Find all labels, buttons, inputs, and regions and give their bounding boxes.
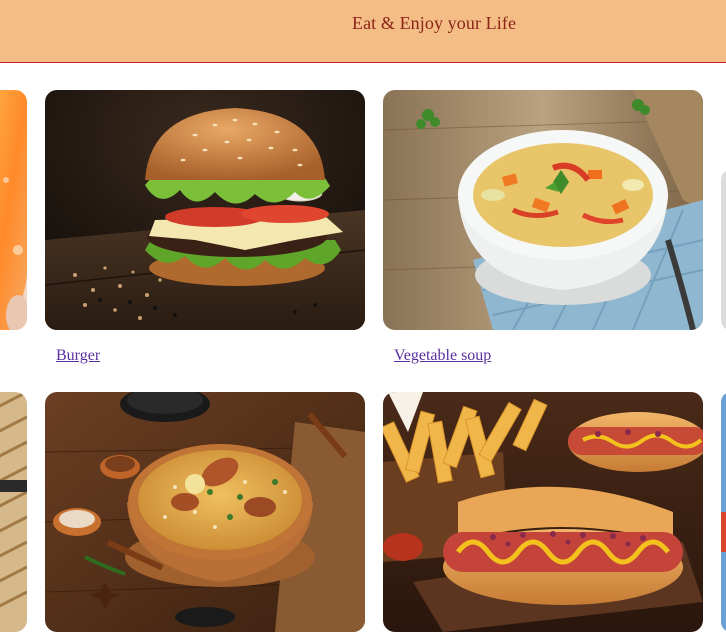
food-card-vegetable-soup[interactable] — [383, 90, 703, 330]
bamboo-skewers-image — [0, 392, 27, 632]
link-burger[interactable]: Burger — [56, 347, 100, 365]
food-card-partial-right-2[interactable] — [721, 392, 726, 632]
vegetable-soup-image — [383, 90, 703, 330]
site-tagline: Eat & Enjoy your Life — [352, 13, 517, 33]
partial-food-image — [721, 392, 726, 632]
link-vegetable-soup[interactable]: Vegetable soup — [394, 347, 491, 365]
food-card-burger[interactable] — [45, 90, 365, 330]
partial-food-image — [721, 170, 726, 330]
page: Eat & Enjoy your Life Burger Vegetable s… — [0, 0, 726, 639]
food-card-orange-dessert[interactable] — [0, 90, 27, 330]
site-header: Eat & Enjoy your Life — [0, 0, 726, 63]
orange-dessert-image — [0, 90, 27, 330]
burger-image — [45, 90, 365, 330]
chicken-biryani-image — [45, 392, 365, 632]
food-card-hot-dog-fries[interactable] — [383, 392, 703, 632]
food-card-bamboo-skewers[interactable] — [0, 392, 27, 632]
food-card-chicken-biryani[interactable] — [45, 392, 365, 632]
hot-dog-fries-image — [383, 392, 703, 632]
food-card-partial-right-1[interactable] — [721, 170, 726, 330]
